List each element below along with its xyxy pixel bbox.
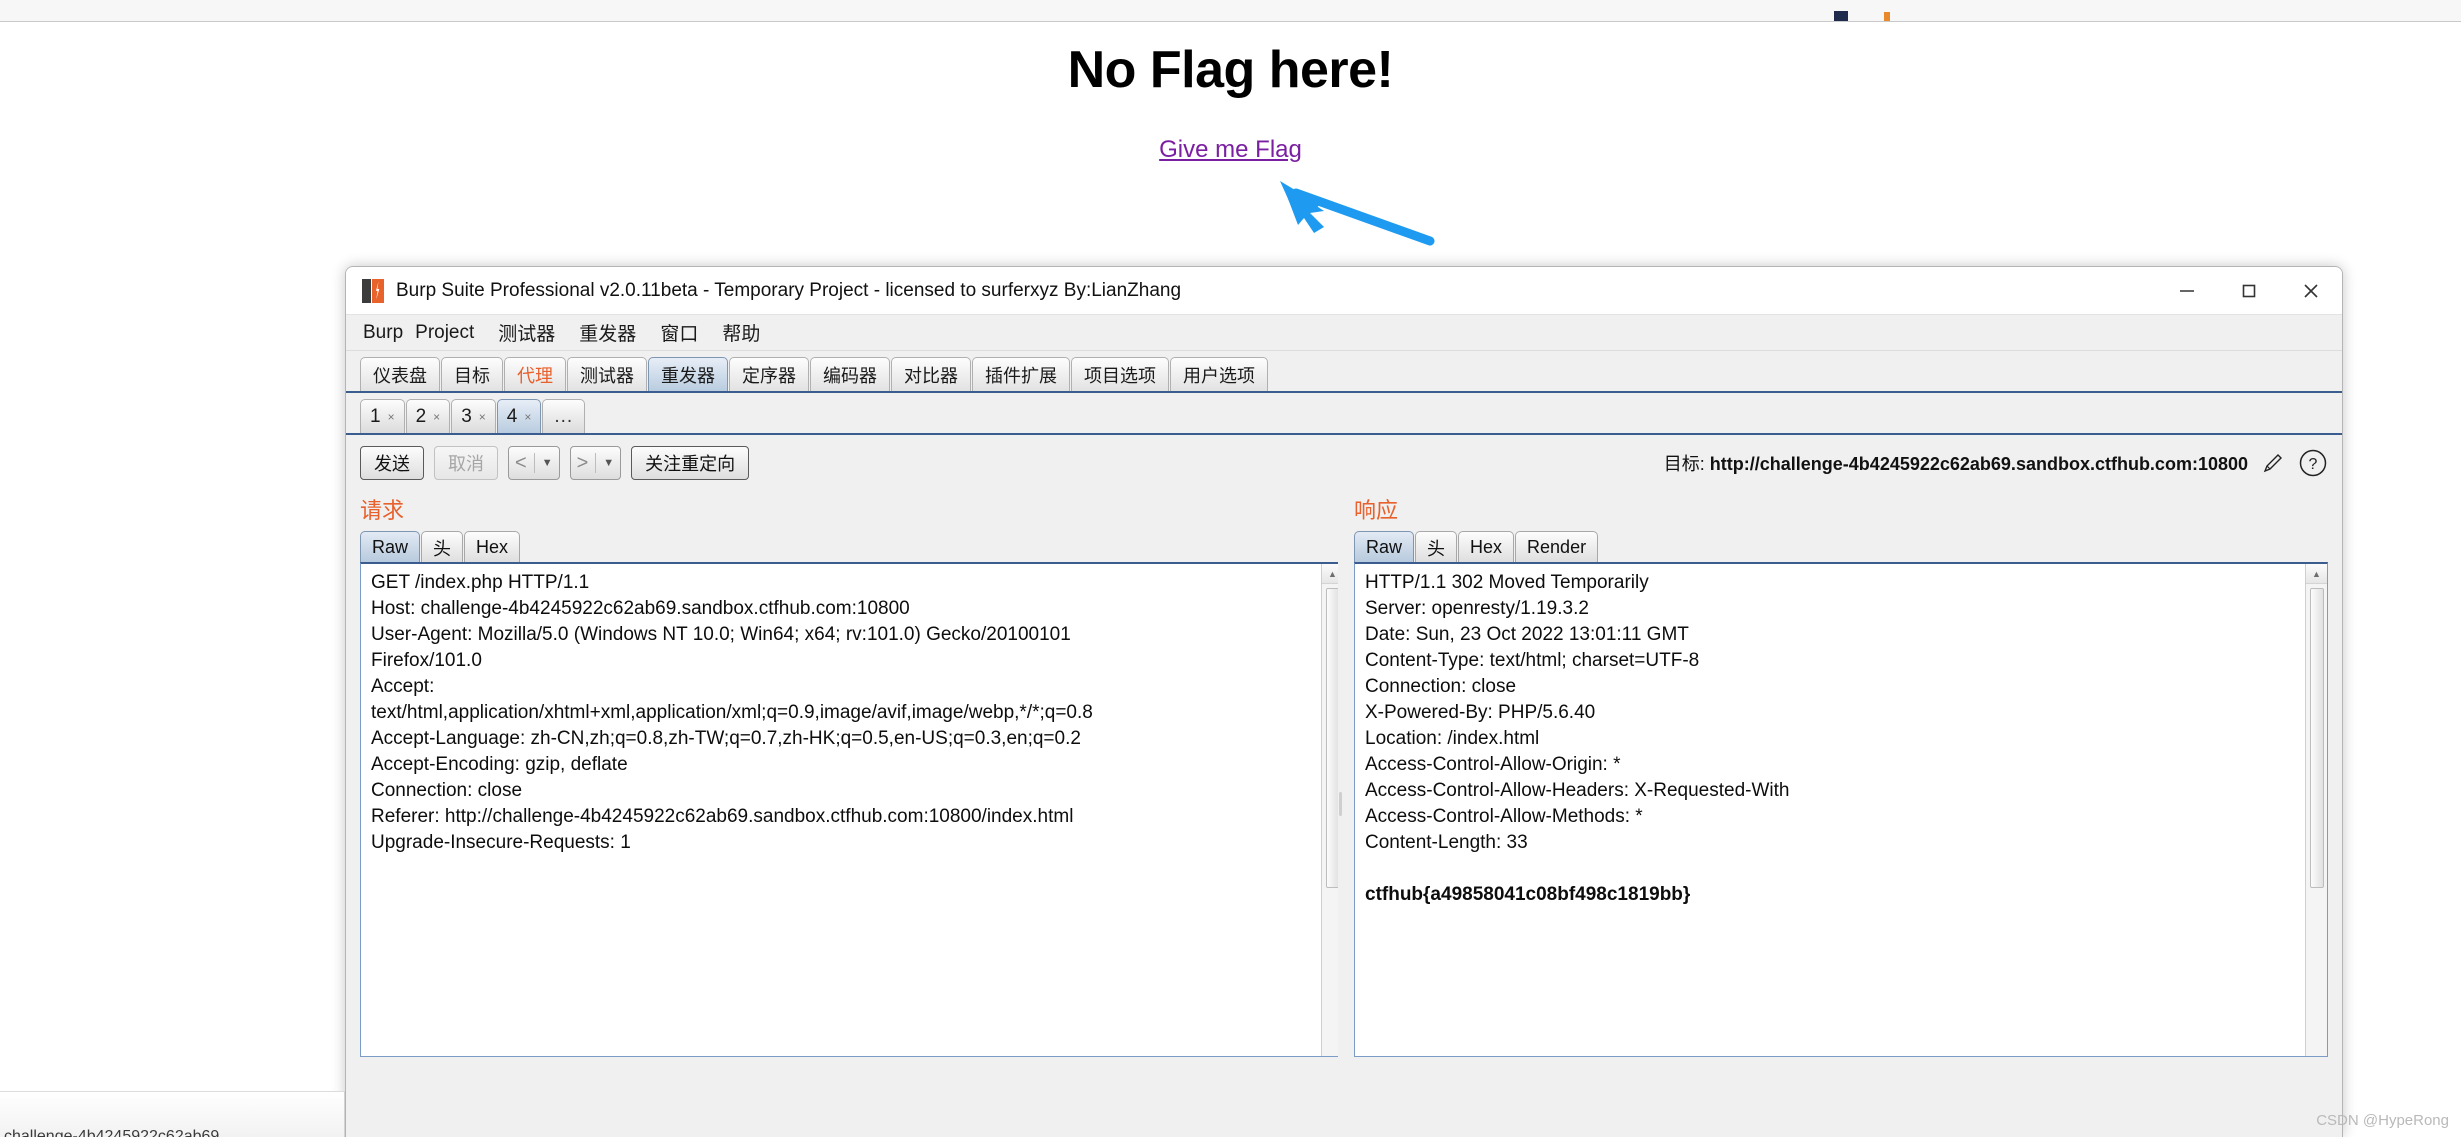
target-url: http://challenge-4b4245922c62ab69.sandbo… <box>1709 454 2248 474</box>
back-caret-down-icon[interactable]: ▼ <box>542 457 553 469</box>
tab-repeater[interactable]: 重发器 <box>648 357 728 391</box>
request-heading: 请求 <box>360 498 405 523</box>
tab-decoder[interactable]: 编码器 <box>810 357 890 391</box>
maximize-icon[interactable] <box>2218 267 2280 315</box>
repeater-tab-4-close-icon[interactable]: × <box>524 410 531 424</box>
repeater-tab-3[interactable]: 3 × <box>451 399 496 433</box>
watermark: CSDN @HypeRong <box>2316 1112 2449 1129</box>
repeater-tab-3-close-icon[interactable]: × <box>479 410 486 424</box>
request-tab-headers[interactable]: 头 <box>421 531 464 563</box>
request-pane: 请求 Raw 头 Hex GET /index.php HTTP/1.1 Hos… <box>346 491 1344 1057</box>
browser-strip-icon-dark <box>1834 11 1848 21</box>
back-divider <box>533 453 535 473</box>
forward-divider <box>595 453 597 473</box>
repeater-tab-1-label: 1 <box>370 405 381 427</box>
forward-arrow-icon: > <box>576 452 589 474</box>
forward-button[interactable]: > ▼ <box>569 446 622 480</box>
response-scrollbar[interactable]: ▲ <box>2305 564 2327 1056</box>
repeater-tab-4[interactable]: 4 × <box>496 399 542 433</box>
repeater-tab-2-label: 2 <box>415 405 427 427</box>
forward-caret-down-icon[interactable]: ▼ <box>603 457 614 469</box>
browser-bottom-tab-label[interactable]: challenge-4b4245922c62ab69... <box>4 1128 233 1137</box>
tab-proxy[interactable]: 代理 <box>504 357 566 391</box>
repeater-tab-1[interactable]: 1 × <box>360 399 405 433</box>
window-controls <box>2156 267 2342 315</box>
response-body[interactable]: HTTP/1.1 302 Moved Temporarily Server: o… <box>1355 564 2305 1056</box>
repeater-tab-more[interactable]: ... <box>542 399 586 433</box>
repeater-tab-2[interactable]: 2 × <box>405 399 451 433</box>
tab-extender[interactable]: 插件扩展 <box>972 357 1070 391</box>
browser-strip-icon-orange <box>1884 12 1890 21</box>
repeater-tabstrip: 1 × 2 × 3 × 4 × ... <box>346 393 2342 435</box>
request-tabs: Raw 头 Hex <box>360 531 1344 563</box>
target-area: 目标: http://challenge-4b4245922c62ab69.sa… <box>1664 435 2328 491</box>
response-pane: 响应 Raw 头 Hex Render HTTP/1.1 302 Moved T… <box>1338 491 2342 1057</box>
burp-logo-icon <box>362 278 384 303</box>
pane-splitter[interactable] <box>1338 547 1344 1057</box>
pencil-icon[interactable] <box>2258 448 2288 478</box>
window-titlebar: Burp Suite Professional v2.0.11beta - Te… <box>346 267 2342 315</box>
tab-dashboard[interactable]: 仪表盘 <box>360 357 440 391</box>
request-body[interactable]: GET /index.php HTTP/1.1 Host: challenge-… <box>361 564 1321 1056</box>
request-tab-hex[interactable]: Hex <box>464 531 521 563</box>
request-tab-raw[interactable]: Raw <box>360 531 421 563</box>
back-arrow-icon: < <box>515 452 527 474</box>
main-tabstrip: 仪表盘 目标 代理 测试器 重发器 定序器 编码器 对比器 插件扩展 项目选项 … <box>346 351 2342 393</box>
target-prefix: 目标: <box>1663 454 1705 474</box>
annotation-arrow-icon <box>1280 181 1435 246</box>
browser-bottom-tabstrip: challenge-4b4245922c62ab69... <box>0 1091 345 1137</box>
menu-item-project[interactable]: Project <box>412 320 477 346</box>
menu-item-help[interactable]: 帮助 <box>719 317 763 348</box>
response-flag: ctfhub{a49858041c08bf498c1819bb} <box>1365 884 1691 905</box>
menu-item-window[interactable]: 窗口 <box>657 317 701 348</box>
question-mark-icon[interactable]: ? <box>2298 448 2328 478</box>
request-response-panes: 请求 Raw 头 Hex GET /index.php HTTP/1.1 Hos… <box>346 491 2342 1057</box>
cancel-button: 取消 <box>434 446 498 480</box>
back-button[interactable]: < ▼ <box>508 446 560 480</box>
response-scroll-up-icon[interactable]: ▲ <box>2305 564 2327 584</box>
tab-sequencer[interactable]: 定序器 <box>729 357 809 391</box>
minimize-icon[interactable] <box>2156 267 2218 315</box>
target-label: 目标: http://challenge-4b4245922c62ab69.sa… <box>1664 450 2248 476</box>
response-tabs: Raw 头 Hex Render <box>1354 531 2328 563</box>
repeater-tab-3-label: 3 <box>461 405 472 427</box>
tab-intruder[interactable]: 测试器 <box>567 357 647 391</box>
menu-item-intruder[interactable]: 测试器 <box>495 317 558 348</box>
response-tab-raw[interactable]: Raw <box>1354 531 1415 563</box>
tab-user-options[interactable]: 用户选项 <box>1170 357 1268 391</box>
repeater-tab-2-close-icon[interactable]: × <box>433 410 440 424</box>
svg-text:?: ? <box>2309 456 2318 473</box>
burp-suite-window: Burp Suite Professional v2.0.11beta - Te… <box>345 266 2343 1137</box>
repeater-tab-4-label: 4 <box>506 405 518 427</box>
page-title: No Flag here! <box>1067 41 1394 99</box>
request-editor-wrap: GET /index.php HTTP/1.1 Host: challenge-… <box>360 562 1344 1057</box>
give-me-flag-link[interactable]: Give me Flag <box>0 136 2461 164</box>
browser-toolbar-strip <box>0 0 2461 22</box>
repeater-tab-1-close-icon[interactable]: × <box>388 410 395 424</box>
repeater-toolbar: 发送 取消 < ▼ > ▼ 关注重定向 目标: http://challenge… <box>346 435 2342 491</box>
response-editor-wrap: HTTP/1.1 302 Moved Temporarily Server: o… <box>1354 562 2328 1057</box>
window-title: Burp Suite Professional v2.0.11beta - Te… <box>396 279 1182 301</box>
response-scroll-thumb[interactable] <box>2309 588 2324 888</box>
menu-item-burp[interactable]: Burp <box>360 320 406 346</box>
send-button[interactable]: 发送 <box>360 446 424 480</box>
response-tab-hex[interactable]: Hex <box>1458 531 1515 563</box>
tab-target[interactable]: 目标 <box>441 357 503 391</box>
response-headers: HTTP/1.1 302 Moved Temporarily Server: o… <box>1365 572 1790 853</box>
close-icon[interactable] <box>2280 267 2342 315</box>
menu-item-repeater[interactable]: 重发器 <box>576 317 639 348</box>
tab-project-options[interactable]: 项目选项 <box>1071 357 1169 391</box>
tab-comparer[interactable]: 对比器 <box>891 357 971 391</box>
response-tab-headers[interactable]: 头 <box>1415 531 1458 563</box>
response-tab-render[interactable]: Render <box>1515 531 1599 563</box>
screen: No Flag here! Give me Flag Burp Suite Pr… <box>0 0 2461 1137</box>
response-heading: 响应 <box>1354 498 1399 523</box>
follow-redirect-button[interactable]: 关注重定向 <box>631 446 750 480</box>
menu-bar: Burp Project 测试器 重发器 窗口 帮助 <box>346 315 2342 351</box>
